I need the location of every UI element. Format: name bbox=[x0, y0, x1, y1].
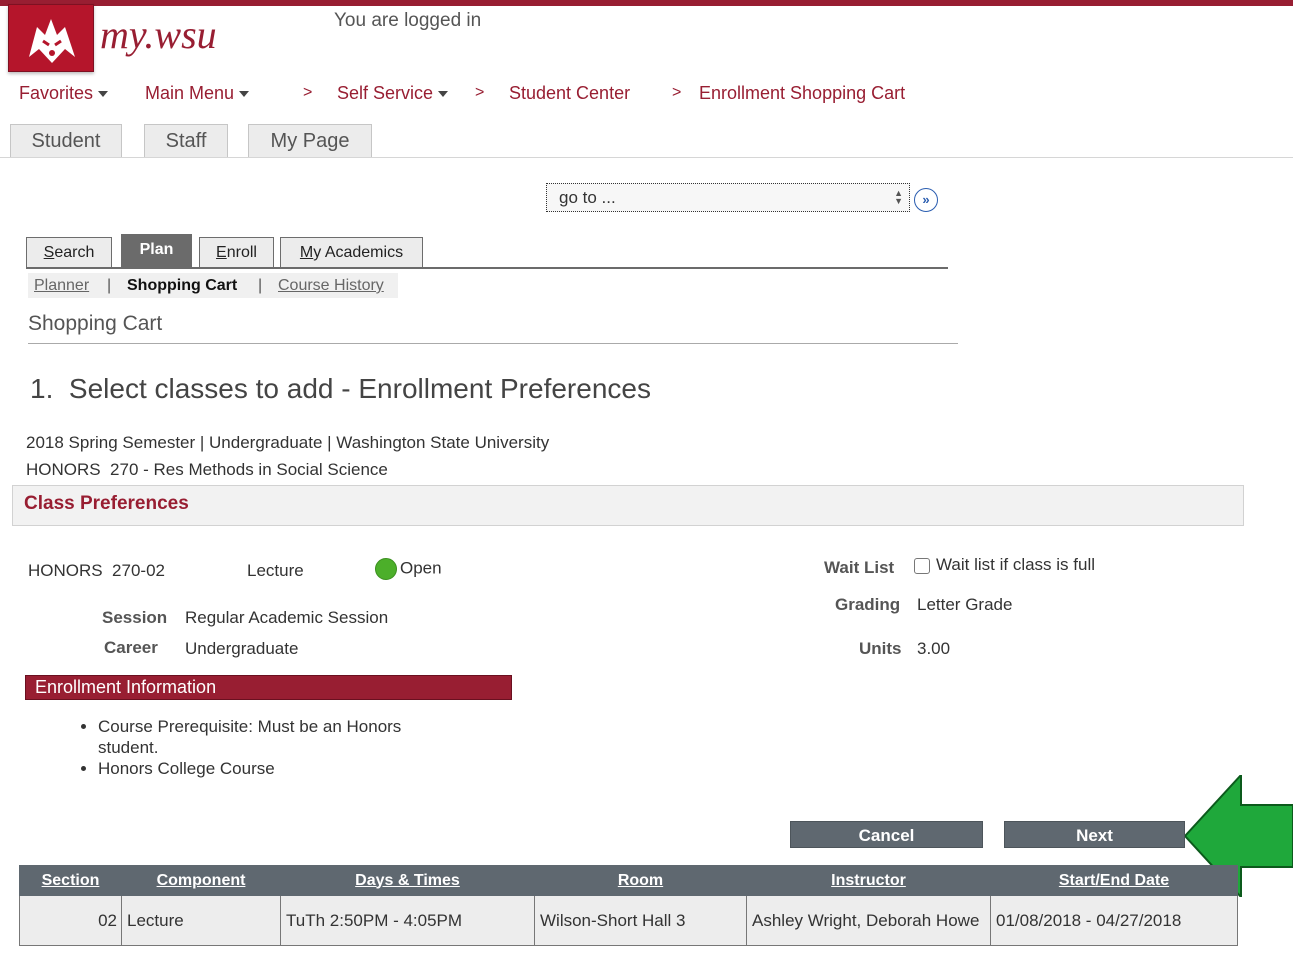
enrollment-info-heading: Enrollment Information bbox=[35, 677, 217, 697]
col-instructor[interactable]: Instructor bbox=[746, 865, 991, 896]
component-cell: Lecture bbox=[121, 895, 281, 946]
brand-text: my.wsu bbox=[100, 12, 217, 57]
plan-tabs-underline bbox=[26, 267, 948, 269]
mywsu-brand[interactable]: my.wsu bbox=[98, 4, 250, 68]
grading-value: Letter Grade bbox=[917, 595, 1013, 614]
title-divider bbox=[28, 343, 958, 344]
step-heading: 1. Select classes to add - Enrollment Pr… bbox=[30, 373, 651, 404]
enrollment-notes: Course Prerequisite: Must be an Honors s… bbox=[54, 716, 484, 779]
tab-enroll-label: nroll bbox=[226, 244, 257, 261]
open-status-icon bbox=[375, 558, 397, 580]
tab-enroll[interactable]: Enroll bbox=[199, 237, 274, 268]
breadcrumb-separator: > bbox=[672, 84, 682, 101]
breadcrumb-separator: > bbox=[303, 84, 313, 101]
student-center-link[interactable]: Student Center bbox=[509, 83, 630, 104]
waitlist-checkbox-label: Wait list if class is full bbox=[936, 555, 1096, 574]
col-days-times[interactable]: Days & Times bbox=[280, 865, 535, 896]
subnav-planner[interactable]: Planner bbox=[34, 273, 89, 298]
redacted-username bbox=[492, 8, 708, 36]
tab-my-academics[interactable]: My Academics bbox=[280, 237, 423, 268]
section-cell: 02 bbox=[19, 895, 122, 946]
career-label: Career bbox=[104, 638, 158, 657]
tab-my-academics-label: y Academics bbox=[313, 244, 404, 261]
chevron-down-icon bbox=[239, 91, 250, 98]
days-times-cell: TuTh 2:50PM - 4:05PM bbox=[280, 895, 535, 946]
logged-in-status: You are logged in bbox=[334, 10, 482, 31]
col-room[interactable]: Room bbox=[534, 865, 747, 896]
session-value: Regular Academic Session bbox=[185, 608, 389, 627]
class-preferences-header: Class Preferences bbox=[12, 485, 1244, 526]
goto-select-value: go to ... bbox=[559, 188, 616, 207]
instructor-cell: Ashley Wright, Deborah Howe bbox=[746, 895, 991, 946]
waitlist-option[interactable]: Wait list if class is full bbox=[914, 555, 1095, 575]
col-section[interactable]: Section bbox=[19, 865, 122, 896]
course-title: HONORS 270 - Res Methods in Social Scien… bbox=[26, 460, 388, 479]
favorites-menu[interactable]: Favorites bbox=[19, 83, 109, 104]
col-component[interactable]: Component bbox=[121, 865, 281, 896]
main-menu-label: Main Menu bbox=[145, 83, 235, 103]
units-value: 3.00 bbox=[917, 639, 951, 658]
waitlist-label: Wait List bbox=[824, 558, 895, 577]
class-status-label: Open bbox=[400, 558, 442, 578]
tab-student[interactable]: Student bbox=[10, 124, 122, 158]
goto-select[interactable]: go to ... ▲ ▼ bbox=[546, 183, 910, 212]
term-info: 2018 Spring Semester | Undergraduate | W… bbox=[26, 433, 550, 452]
chevron-down-icon bbox=[438, 91, 449, 98]
go-button[interactable]: » bbox=[914, 188, 938, 212]
tab-my-academics-accesskey: M bbox=[299, 244, 314, 261]
select-arrows-icon: ▲ ▼ bbox=[894, 188, 903, 206]
class-component: Lecture bbox=[247, 561, 304, 580]
favorites-label: Favorites bbox=[19, 83, 94, 103]
tab-search-label: earch bbox=[54, 244, 95, 261]
subnav-course-history[interactable]: Course History bbox=[278, 273, 384, 298]
cougar-head-icon bbox=[29, 19, 75, 63]
tab-plan[interactable]: Plan bbox=[121, 234, 192, 268]
career-value: Undergraduate bbox=[185, 639, 299, 658]
enrollment-info-header: Enrollment Information bbox=[25, 675, 512, 700]
tab-search-accesskey: S bbox=[43, 244, 55, 261]
grading-label: Grading bbox=[835, 595, 901, 614]
tab-plan-label: Plan bbox=[139, 241, 174, 258]
cancel-button[interactable]: Cancel bbox=[790, 821, 983, 848]
tab-divider bbox=[0, 157, 1293, 158]
tab-staff[interactable]: Staff bbox=[144, 124, 228, 158]
plan-subnav: Planner | Shopping Cart | Course History bbox=[28, 273, 398, 298]
tab-enroll-accesskey: E bbox=[216, 244, 227, 261]
table-row: 02 Lecture TuTh 2:50PM - 4:05PM Wilson-S… bbox=[19, 895, 1238, 946]
shopping-cart-crumb[interactable]: Enrollment Shopping Cart bbox=[699, 83, 905, 104]
main-menu[interactable]: Main Menu bbox=[145, 83, 250, 104]
breadcrumb-separator: > bbox=[475, 84, 485, 101]
subnav-separator: | bbox=[107, 277, 112, 294]
session-label: Session bbox=[102, 608, 168, 627]
chevron-down-icon bbox=[98, 91, 109, 98]
next-button[interactable]: Next bbox=[1004, 821, 1185, 848]
waitlist-checkbox[interactable] bbox=[914, 557, 930, 574]
class-status: Open bbox=[375, 558, 442, 580]
class-sections-table: Section Component Days & Times Room Inst… bbox=[19, 865, 1238, 946]
self-service-label: Self Service bbox=[337, 83, 434, 103]
subnav-separator: | bbox=[258, 277, 263, 294]
tab-search[interactable]: Search bbox=[26, 237, 112, 268]
table-header-row: Section Component Days & Times Room Inst… bbox=[19, 865, 1238, 896]
units-label: Units bbox=[859, 639, 902, 658]
col-start-end-date[interactable]: Start/End Date bbox=[990, 865, 1238, 896]
class-id: HONORS 270-02 bbox=[28, 561, 165, 580]
wsu-cougar-logo[interactable] bbox=[8, 4, 94, 72]
list-item: Course Prerequisite: Must be an Honors s… bbox=[98, 716, 438, 758]
mywsu-wordmark: my.wsu bbox=[100, 12, 217, 57]
tab-my-page[interactable]: My Page bbox=[248, 124, 372, 158]
list-item: Honors College Course bbox=[98, 758, 484, 779]
room-cell: Wilson-Short Hall 3 bbox=[534, 895, 747, 946]
class-preferences-heading: Class Preferences bbox=[24, 493, 189, 514]
page-title: Shopping Cart bbox=[28, 312, 163, 335]
self-service-menu[interactable]: Self Service bbox=[337, 83, 449, 104]
dates-cell: 01/08/2018 - 04/27/2018 bbox=[990, 895, 1238, 946]
subnav-shopping-cart: Shopping Cart bbox=[127, 277, 238, 294]
